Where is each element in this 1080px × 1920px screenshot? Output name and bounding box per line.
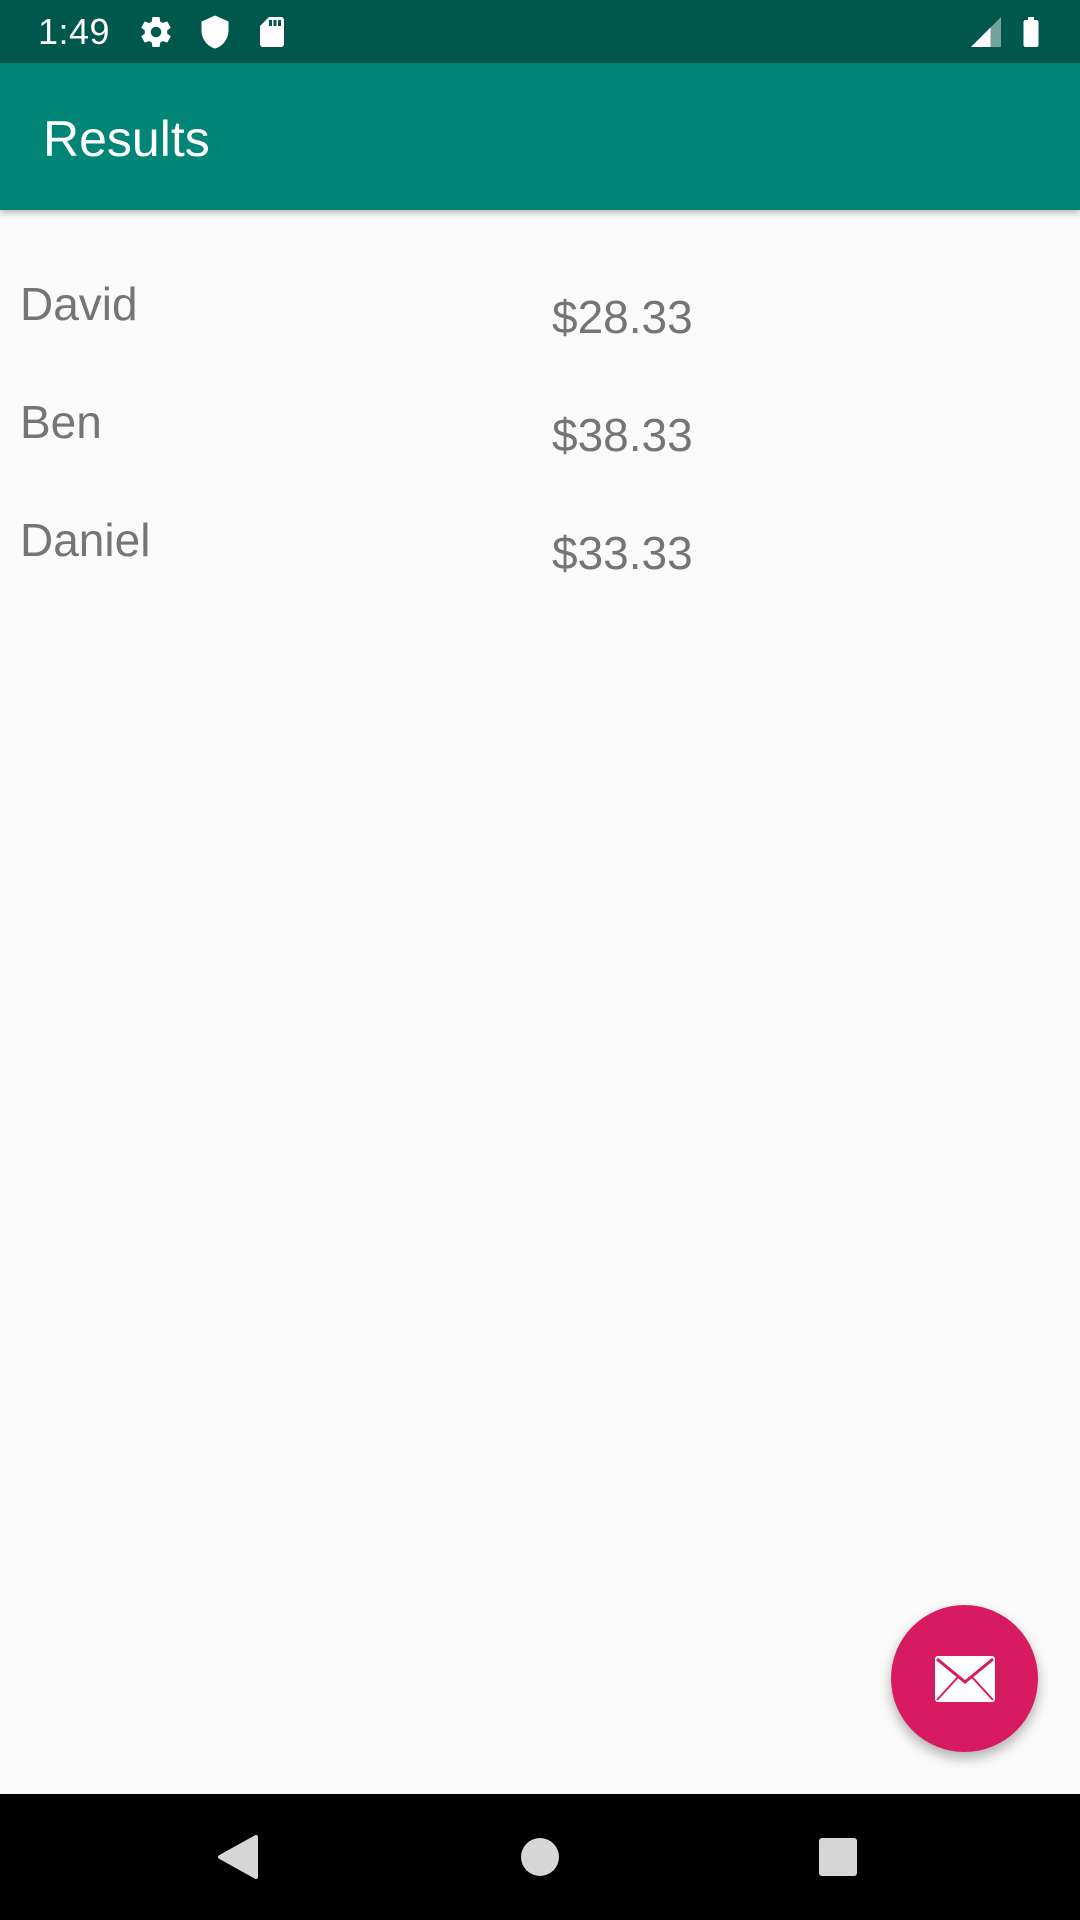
screen: 1:49 Results ​ David $28.33 Ben $38.33 xyxy=(0,0,1080,1920)
amount-value: $38.33 xyxy=(552,409,693,461)
mail-icon xyxy=(934,1655,995,1702)
back-icon[interactable] xyxy=(208,1827,268,1887)
navigation-bar xyxy=(0,1794,1080,1920)
amount-value: $28.33 xyxy=(552,291,693,343)
home-icon[interactable] xyxy=(510,1827,570,1887)
amount-value: $33.33 xyxy=(552,527,693,579)
signal-icon xyxy=(968,14,1004,50)
page-title: Results xyxy=(43,111,210,167)
person-name: Daniel xyxy=(20,514,151,566)
shield-icon xyxy=(197,14,233,50)
person-name: Ben xyxy=(20,396,102,448)
list-item: David $28.33 xyxy=(0,276,1080,394)
gear-icon xyxy=(138,14,174,50)
list-item: Daniel $33.33 xyxy=(0,512,1080,630)
status-bar: 1:49 xyxy=(0,0,1080,63)
recents-icon[interactable] xyxy=(808,1827,868,1887)
app-bar: Results xyxy=(0,63,1080,210)
person-name: David xyxy=(20,278,138,330)
sd-card-icon xyxy=(254,14,290,50)
send-email-button[interactable] xyxy=(891,1605,1038,1752)
status-time: 1:49 xyxy=(38,11,111,52)
list-item: Ben $38.33 xyxy=(0,394,1080,512)
battery-icon xyxy=(1013,14,1049,50)
results-list[interactable]: ​ David $28.33 Ben $38.33 Daniel $33.33 xyxy=(0,210,1080,1794)
